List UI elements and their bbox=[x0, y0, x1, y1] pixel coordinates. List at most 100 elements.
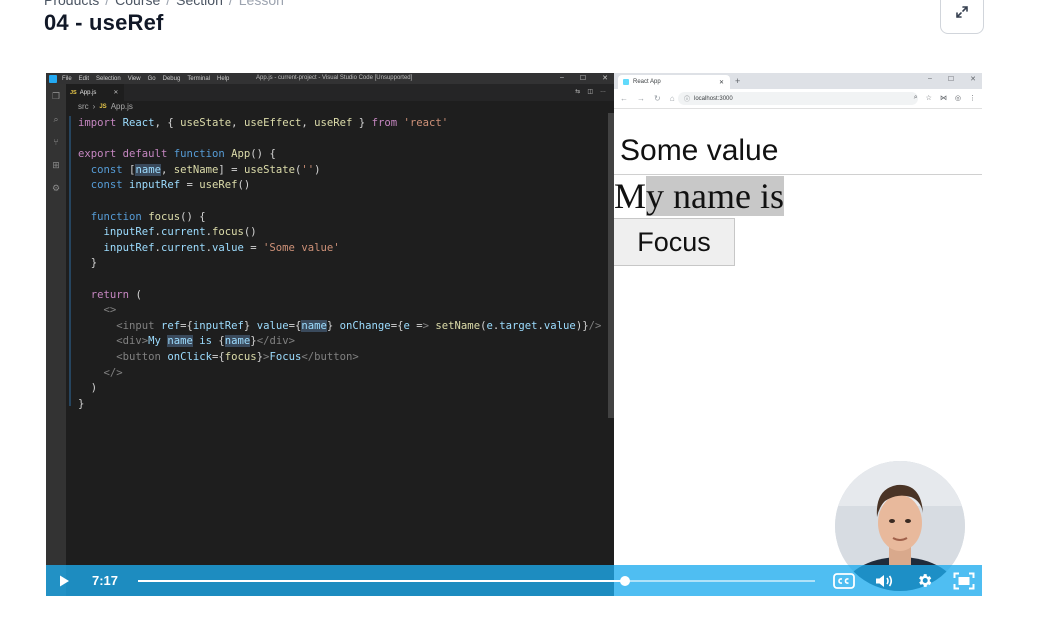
menu-item-go: Go bbox=[147, 75, 156, 82]
play-button[interactable] bbox=[52, 565, 76, 596]
compare-icon: ⇆ bbox=[575, 89, 581, 95]
maximize-icon: ☐ bbox=[579, 75, 587, 82]
demo-name-text: My name is bbox=[614, 174, 784, 218]
code-line: <input ref={inputRef} value={name} onCha… bbox=[116, 319, 602, 332]
code-line: const inputRef = useRef() bbox=[90, 179, 251, 192]
breadcrumb-separator: / bbox=[228, 0, 233, 8]
demo-name-text-selected: y name is bbox=[646, 176, 784, 216]
menu-item-view: View bbox=[127, 75, 141, 82]
expand-button[interactable] bbox=[940, 0, 984, 34]
vscode-breadcrumb-file: App.js bbox=[110, 102, 133, 111]
close-icon: ✕ bbox=[602, 75, 608, 82]
maximize-icon: ☐ bbox=[947, 76, 955, 83]
vscode-git-gutter bbox=[69, 116, 71, 406]
gear-icon: ⚙ bbox=[51, 182, 61, 193]
code-line: export default function App() { bbox=[78, 148, 276, 161]
kebab-menu-icon: ⋮ bbox=[969, 95, 976, 102]
code-line: function focus() { bbox=[90, 210, 206, 223]
minimize-icon: – bbox=[927, 75, 932, 82]
volume-icon bbox=[876, 574, 893, 587]
chevron-right-icon: › bbox=[92, 102, 96, 111]
forward-arrow-icon: → bbox=[637, 94, 645, 103]
demo-focus-button: Focus bbox=[614, 218, 735, 266]
files-icon: ❐ bbox=[51, 90, 61, 101]
vscode-activity-bar: ❐ ⌕ ⑂ ⊞ ⚙ bbox=[46, 84, 66, 596]
menu-item-selection: Selection bbox=[96, 75, 121, 82]
menu-item-edit: Edit bbox=[78, 75, 90, 82]
source-control-icon: ⑂ bbox=[53, 137, 59, 147]
vscode-menu: File Edit Selection View Go Debug Termin… bbox=[62, 76, 236, 82]
current-time: 7:17 bbox=[92, 573, 119, 588]
gear-icon bbox=[918, 574, 931, 587]
vscode-breadcrumb-folder: src bbox=[78, 102, 89, 111]
captions-button[interactable] bbox=[831, 565, 857, 596]
star-icon: ☆ bbox=[925, 95, 932, 102]
expand-arrows-icon bbox=[956, 6, 968, 18]
breadcrumb-separator: / bbox=[105, 0, 110, 8]
close-icon: ✕ bbox=[113, 90, 119, 96]
zoom-icon: ⌕ bbox=[913, 94, 918, 101]
code-line: } bbox=[90, 257, 98, 270]
code-line: inputRef.current.value = 'Some value' bbox=[103, 241, 340, 254]
code-line: <> bbox=[103, 304, 117, 317]
js-file-icon: JS bbox=[99, 103, 107, 110]
menu-item-file: File bbox=[62, 75, 72, 82]
browser-actions: ⌕ ☆ ⋈ ◎ ⋮ bbox=[914, 94, 976, 102]
vscode-window: File Edit Selection View Go Debug Termin… bbox=[46, 73, 614, 596]
browser-tab-strip: React App ✕ + – ☐ ✕ bbox=[614, 73, 982, 89]
address-bar-url: localhost:3000 bbox=[694, 95, 733, 102]
breadcrumb-item-course[interactable]: Course bbox=[115, 0, 160, 8]
js-file-icon: JS bbox=[70, 89, 77, 96]
vscode-titlebar: File Edit Selection View Go Debug Termin… bbox=[46, 73, 614, 84]
play-icon bbox=[60, 575, 69, 586]
vscode-logo-icon bbox=[49, 74, 57, 83]
profile-icon: ◎ bbox=[954, 95, 961, 102]
info-icon: ⓘ bbox=[684, 97, 691, 103]
extensions-icon: ⊞ bbox=[52, 159, 60, 170]
demo-text-input: Some value bbox=[614, 127, 982, 175]
fullscreen-button[interactable] bbox=[951, 565, 977, 596]
breadcrumb-separator: / bbox=[166, 0, 171, 8]
progress-track[interactable] bbox=[138, 576, 815, 586]
address-bar: ⓘ localhost:3000 bbox=[678, 92, 918, 105]
code-line: <button onClick={focus}>Focus</button> bbox=[116, 350, 359, 363]
more-icon: … bbox=[600, 88, 606, 94]
vscode-breadcrumb: src › JS App.js bbox=[78, 102, 133, 111]
closed-captions-icon bbox=[833, 572, 855, 589]
close-icon: ✕ bbox=[718, 79, 724, 86]
browser-nav: ← → ↻ ⌂ bbox=[620, 94, 675, 103]
browser-window-controls: – ☐ ✕ bbox=[928, 75, 976, 83]
settings-button[interactable] bbox=[912, 565, 936, 596]
breadcrumb: Products / Course / Section / Lesson bbox=[44, 0, 284, 8]
code-line: </> bbox=[103, 366, 123, 379]
vscode-window-title: App.js - current-project - Visual Studio… bbox=[256, 75, 413, 81]
code-line: <div>My name is {name}</div> bbox=[116, 335, 295, 348]
minimize-icon: – bbox=[559, 74, 564, 81]
menu-item-debug: Debug bbox=[162, 75, 181, 82]
demo-name-text-plain: M bbox=[614, 176, 647, 216]
split-editor-icon: ◫ bbox=[587, 89, 593, 95]
player-control-bar: 7:17 bbox=[46, 565, 982, 596]
code-editor: import React, { useState, useEffect, use… bbox=[78, 116, 601, 412]
menu-item-terminal: Terminal bbox=[187, 75, 210, 82]
browser-tab: React App ✕ bbox=[618, 75, 730, 89]
close-icon: ✕ bbox=[970, 76, 976, 83]
code-line: ) bbox=[90, 382, 98, 395]
vscode-tab-actions: ⇆ ◫ … bbox=[575, 88, 606, 95]
progress-handle[interactable] bbox=[620, 576, 631, 586]
search-icon: ⌕ bbox=[53, 113, 59, 124]
reload-icon: ↻ bbox=[654, 94, 661, 103]
vscode-window-controls: – ☐ ✕ bbox=[560, 74, 608, 82]
breadcrumb-item-products[interactable]: Products bbox=[44, 0, 99, 8]
code-line: } bbox=[78, 397, 85, 410]
volume-button[interactable] bbox=[871, 565, 897, 596]
react-favicon-icon bbox=[623, 79, 629, 85]
breadcrumb-item-lesson: Lesson bbox=[238, 0, 284, 8]
vscode-tab-label: App.js bbox=[79, 89, 97, 96]
video-player[interactable]: File Edit Selection View Go Debug Termin… bbox=[46, 73, 982, 596]
vscode-tab-bar: JS App.js ✕ ⇆ ◫ … bbox=[66, 84, 614, 101]
breadcrumb-item-section[interactable]: Section bbox=[176, 0, 223, 8]
